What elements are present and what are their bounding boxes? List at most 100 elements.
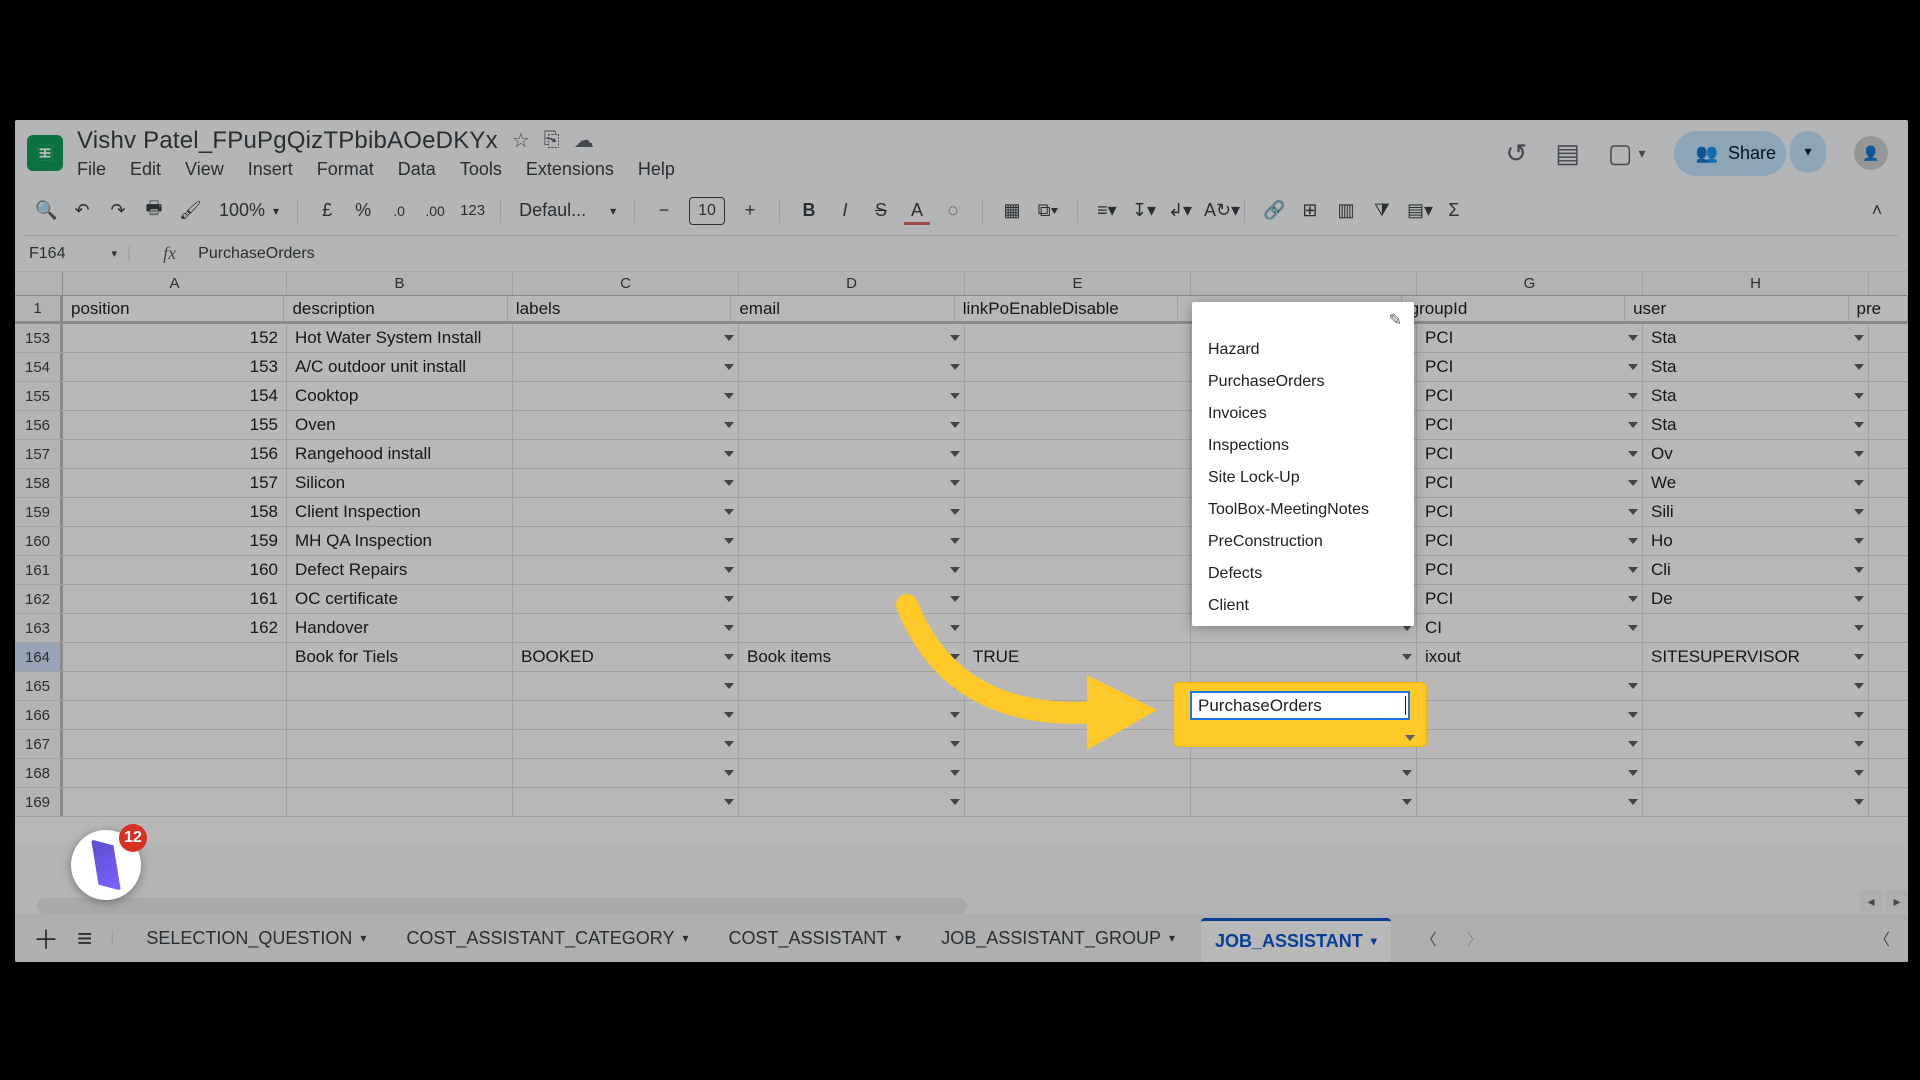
cell[interactable]: Ho <box>1643 527 1869 555</box>
dropdown-caret-icon[interactable] <box>1628 596 1638 602</box>
select-all-corner[interactable] <box>15 272 63 295</box>
dropdown-item[interactable]: PreConstruction <box>1192 526 1414 558</box>
dropdown-item[interactable]: PurchaseOrders <box>1192 366 1414 398</box>
dropdown-caret-icon[interactable] <box>1854 480 1864 486</box>
cell[interactable]: 155 <box>63 411 287 439</box>
row-number[interactable]: 162 <box>15 585 63 613</box>
insert-chart-icon[interactable]: ▥ <box>1335 200 1357 221</box>
cell[interactable] <box>1643 701 1869 729</box>
dropdown-caret-icon[interactable] <box>1628 451 1638 457</box>
dropdown-item[interactable]: Client <box>1192 590 1414 622</box>
cell[interactable] <box>739 672 965 700</box>
row-number[interactable]: 166 <box>15 701 63 729</box>
dropdown-caret-icon[interactable] <box>1628 625 1638 631</box>
cell[interactable] <box>739 759 965 787</box>
cell[interactable]: SITESUPERVISOR <box>1643 643 1869 671</box>
cell[interactable] <box>739 469 965 497</box>
menu-extensions[interactable]: Extensions <box>526 159 614 180</box>
dropdown-item[interactable]: ToolBox-MeetingNotes <box>1192 494 1414 526</box>
strike-button[interactable]: S <box>870 200 892 221</box>
cell[interactable]: MH QA Inspection <box>287 527 513 555</box>
dropdown-caret-icon[interactable] <box>1854 770 1864 776</box>
cell[interactable] <box>513 701 739 729</box>
header-cell[interactable]: user <box>1625 296 1848 321</box>
cell[interactable] <box>1417 788 1643 816</box>
dropdown-caret-icon[interactable] <box>1405 735 1415 741</box>
dropdown-caret-icon[interactable] <box>724 625 734 631</box>
link-icon[interactable]: 🔗 <box>1263 200 1285 221</box>
cell[interactable] <box>965 585 1191 613</box>
cell[interactable] <box>1643 730 1869 758</box>
sheets-logo-icon[interactable] <box>27 135 63 171</box>
cell[interactable]: PCI <box>1417 556 1643 584</box>
dropdown-caret-icon[interactable] <box>950 538 960 544</box>
dropdown-caret-icon[interactable] <box>724 509 734 515</box>
redo-icon[interactable]: ↷ <box>107 200 129 221</box>
cell[interactable]: 158 <box>63 498 287 526</box>
dropdown-caret-icon[interactable] <box>950 335 960 341</box>
move-icon[interactable]: ⎘ <box>544 129 560 152</box>
increase-font-button[interactable]: + <box>739 200 761 221</box>
menu-help[interactable]: Help <box>638 159 675 180</box>
cell[interactable]: Sili <box>1643 498 1869 526</box>
sheet-tab[interactable]: COST_ASSISTANT▾ <box>715 918 916 959</box>
cell[interactable] <box>965 701 1191 729</box>
dropdown-caret-icon[interactable] <box>724 393 734 399</box>
history-icon[interactable]: ↺ <box>1506 138 1528 169</box>
cell[interactable] <box>513 585 739 613</box>
dropdown-caret-icon[interactable] <box>724 712 734 718</box>
cell[interactable] <box>63 730 287 758</box>
dropdown-caret-icon[interactable] <box>1628 741 1638 747</box>
h-scrollbar[interactable] <box>37 898 967 914</box>
dropdown-caret-icon[interactable] <box>1628 567 1638 573</box>
comments-icon[interactable]: ▤ <box>1555 138 1580 169</box>
cell[interactable] <box>513 759 739 787</box>
dropdown-caret-icon[interactable] <box>1402 799 1412 805</box>
dropdown-caret-icon[interactable] <box>950 770 960 776</box>
dropdown-caret-icon[interactable] <box>724 335 734 341</box>
cell[interactable]: BOOKED <box>513 643 739 671</box>
decrease-font-button[interactable]: − <box>653 200 675 221</box>
menu-edit[interactable]: Edit <box>130 159 161 180</box>
cell[interactable]: 157 <box>63 469 287 497</box>
cell[interactable] <box>287 759 513 787</box>
cell[interactable] <box>965 498 1191 526</box>
cell[interactable]: Cooktop <box>287 382 513 410</box>
cell[interactable] <box>513 382 739 410</box>
increase-decimal-button[interactable]: .00 <box>424 203 446 219</box>
dropdown-caret-icon[interactable] <box>1854 741 1864 747</box>
edit-icon[interactable]: ✎ <box>1389 310 1402 330</box>
cell[interactable]: Client Inspection <box>287 498 513 526</box>
dropdown-caret-icon[interactable] <box>724 364 734 370</box>
cell[interactable] <box>63 701 287 729</box>
cell[interactable] <box>1417 730 1643 758</box>
cell[interactable]: We <box>1643 469 1869 497</box>
bold-button[interactable]: B <box>798 200 820 221</box>
header-cell[interactable]: linkPoEnableDisable <box>955 296 1178 321</box>
sheet-tab[interactable]: COST_ASSISTANT_CATEGORY▾ <box>392 918 702 959</box>
header-cell[interactable]: pre <box>1849 296 1908 321</box>
menu-data[interactable]: Data <box>398 159 436 180</box>
font-select[interactable]: Defaul... ▾ <box>519 200 616 221</box>
dropdown-caret-icon[interactable] <box>724 741 734 747</box>
cell[interactable]: 161 <box>63 585 287 613</box>
dropdown-caret-icon[interactable] <box>1854 654 1864 660</box>
cell[interactable]: PCI <box>1417 527 1643 555</box>
cell[interactable]: CI <box>1417 614 1643 642</box>
cell[interactable] <box>739 788 965 816</box>
dropdown-caret-icon[interactable] <box>724 683 734 689</box>
cell[interactable] <box>965 730 1191 758</box>
cell[interactable]: Sta <box>1643 411 1869 439</box>
dropdown-caret-icon[interactable] <box>1628 799 1638 805</box>
cell[interactable]: Oven <box>287 411 513 439</box>
cell[interactable]: PCI <box>1417 324 1643 352</box>
cell[interactable] <box>1417 672 1643 700</box>
chevron-down-icon[interactable]: ▾ <box>1371 934 1377 948</box>
dropdown-caret-icon[interactable] <box>950 712 960 718</box>
row-number[interactable]: 165 <box>15 672 63 700</box>
row-number[interactable]: 156 <box>15 411 63 439</box>
cell[interactable]: Rangehood install <box>287 440 513 468</box>
cell[interactable]: Sta <box>1643 353 1869 381</box>
row-number[interactable]: 164 <box>15 643 63 671</box>
cell[interactable] <box>965 469 1191 497</box>
